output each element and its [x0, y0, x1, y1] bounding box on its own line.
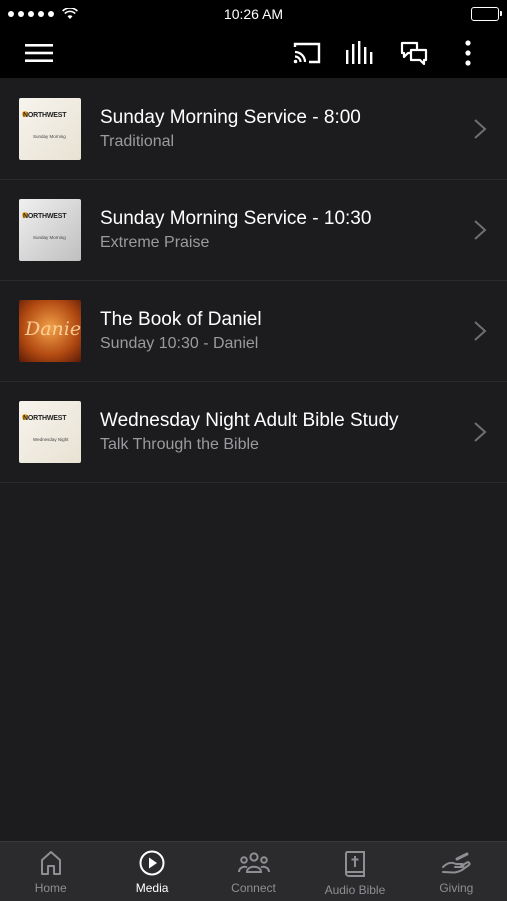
- equalizer-button[interactable]: [338, 28, 382, 78]
- battery-icon: [471, 7, 502, 21]
- thumbnail-caption: Sunday Morning: [33, 134, 66, 139]
- tab-label: Home: [34, 881, 67, 895]
- tab-audio-bible[interactable]: Audio Bible: [304, 842, 405, 901]
- chat-icon: [400, 41, 428, 65]
- more-button[interactable]: [446, 28, 490, 78]
- more-vertical-icon: [465, 40, 471, 66]
- item-subtitle: Talk Through the Bible: [100, 436, 259, 453]
- series-thumbnail: NORTHWEST Sunday Morning: [19, 199, 81, 261]
- nav-bar: [0, 28, 507, 78]
- thumbnail-brand: NORTHWEST: [23, 213, 67, 220]
- giving-hand-icon: [442, 852, 471, 874]
- item-title: Sunday Morning Service - 8:00: [100, 107, 361, 128]
- thumbnail-caption: Wednesday Night: [33, 437, 69, 442]
- list-item[interactable]: NORTHWEST Wednesday Night Wednesday Nigh…: [0, 382, 507, 483]
- item-title: Wednesday Night Adult Bible Study: [100, 410, 399, 431]
- bible-icon: [344, 851, 365, 877]
- chevron-right-icon: [474, 220, 487, 240]
- list-item[interactable]: NORTHWEST Sunday Morning Sunday Morning …: [0, 180, 507, 281]
- wifi-icon: [62, 8, 78, 19]
- thumbnail-brand: NORTHWEST: [23, 112, 67, 119]
- tab-giving[interactable]: Giving: [406, 842, 507, 901]
- cast-button[interactable]: [285, 28, 329, 78]
- menu-button[interactable]: [17, 28, 61, 78]
- play-circle-icon: [139, 850, 165, 876]
- tab-bar: Home Media Connect Audio Bible Giving: [0, 841, 507, 901]
- thumbnail-caption: Sunday Morning: [33, 235, 66, 240]
- chevron-right-icon: [474, 422, 487, 442]
- chevron-right-icon: [474, 119, 487, 139]
- tab-label: Giving: [439, 881, 474, 895]
- series-thumbnail: NORTHWEST Sunday Morning: [19, 98, 81, 160]
- thumbnail-brand: Daniel: [25, 318, 81, 340]
- home-icon: [40, 851, 61, 875]
- chat-button[interactable]: [392, 28, 436, 78]
- item-title: The Book of Daniel: [100, 309, 262, 330]
- tab-home[interactable]: Home: [0, 842, 101, 901]
- menu-icon: [25, 44, 53, 62]
- tab-label: Connect: [231, 881, 276, 895]
- series-thumbnail: Daniel: [19, 300, 81, 362]
- tab-media[interactable]: Media: [101, 842, 202, 901]
- equalizer-icon: [346, 41, 373, 64]
- item-title: Sunday Morning Service - 10:30: [100, 208, 372, 229]
- tab-label: Media: [135, 881, 169, 895]
- tab-label: Audio Bible: [324, 883, 386, 897]
- thumbnail-brand: NORTHWEST: [23, 415, 67, 422]
- series-thumbnail: NORTHWEST Wednesday Night: [19, 401, 81, 463]
- people-icon: [237, 852, 270, 873]
- cast-icon: [293, 42, 321, 64]
- status-bar: 10:26 AM: [0, 0, 507, 28]
- item-subtitle: Sunday 10:30 - Daniel: [100, 335, 259, 352]
- item-subtitle: Extreme Praise: [100, 234, 210, 251]
- item-subtitle: Traditional: [100, 133, 175, 150]
- chevron-right-icon: [474, 321, 487, 341]
- tab-connect[interactable]: Connect: [203, 842, 304, 901]
- list-item[interactable]: NORTHWEST Sunday Morning Sunday Morning …: [0, 79, 507, 180]
- signal-indicator: [0, 8, 78, 20]
- list-item[interactable]: Daniel The Book of Daniel Sunday 10:30 -…: [0, 281, 507, 382]
- media-list: NORTHWEST Sunday Morning Sunday Morning …: [0, 79, 507, 483]
